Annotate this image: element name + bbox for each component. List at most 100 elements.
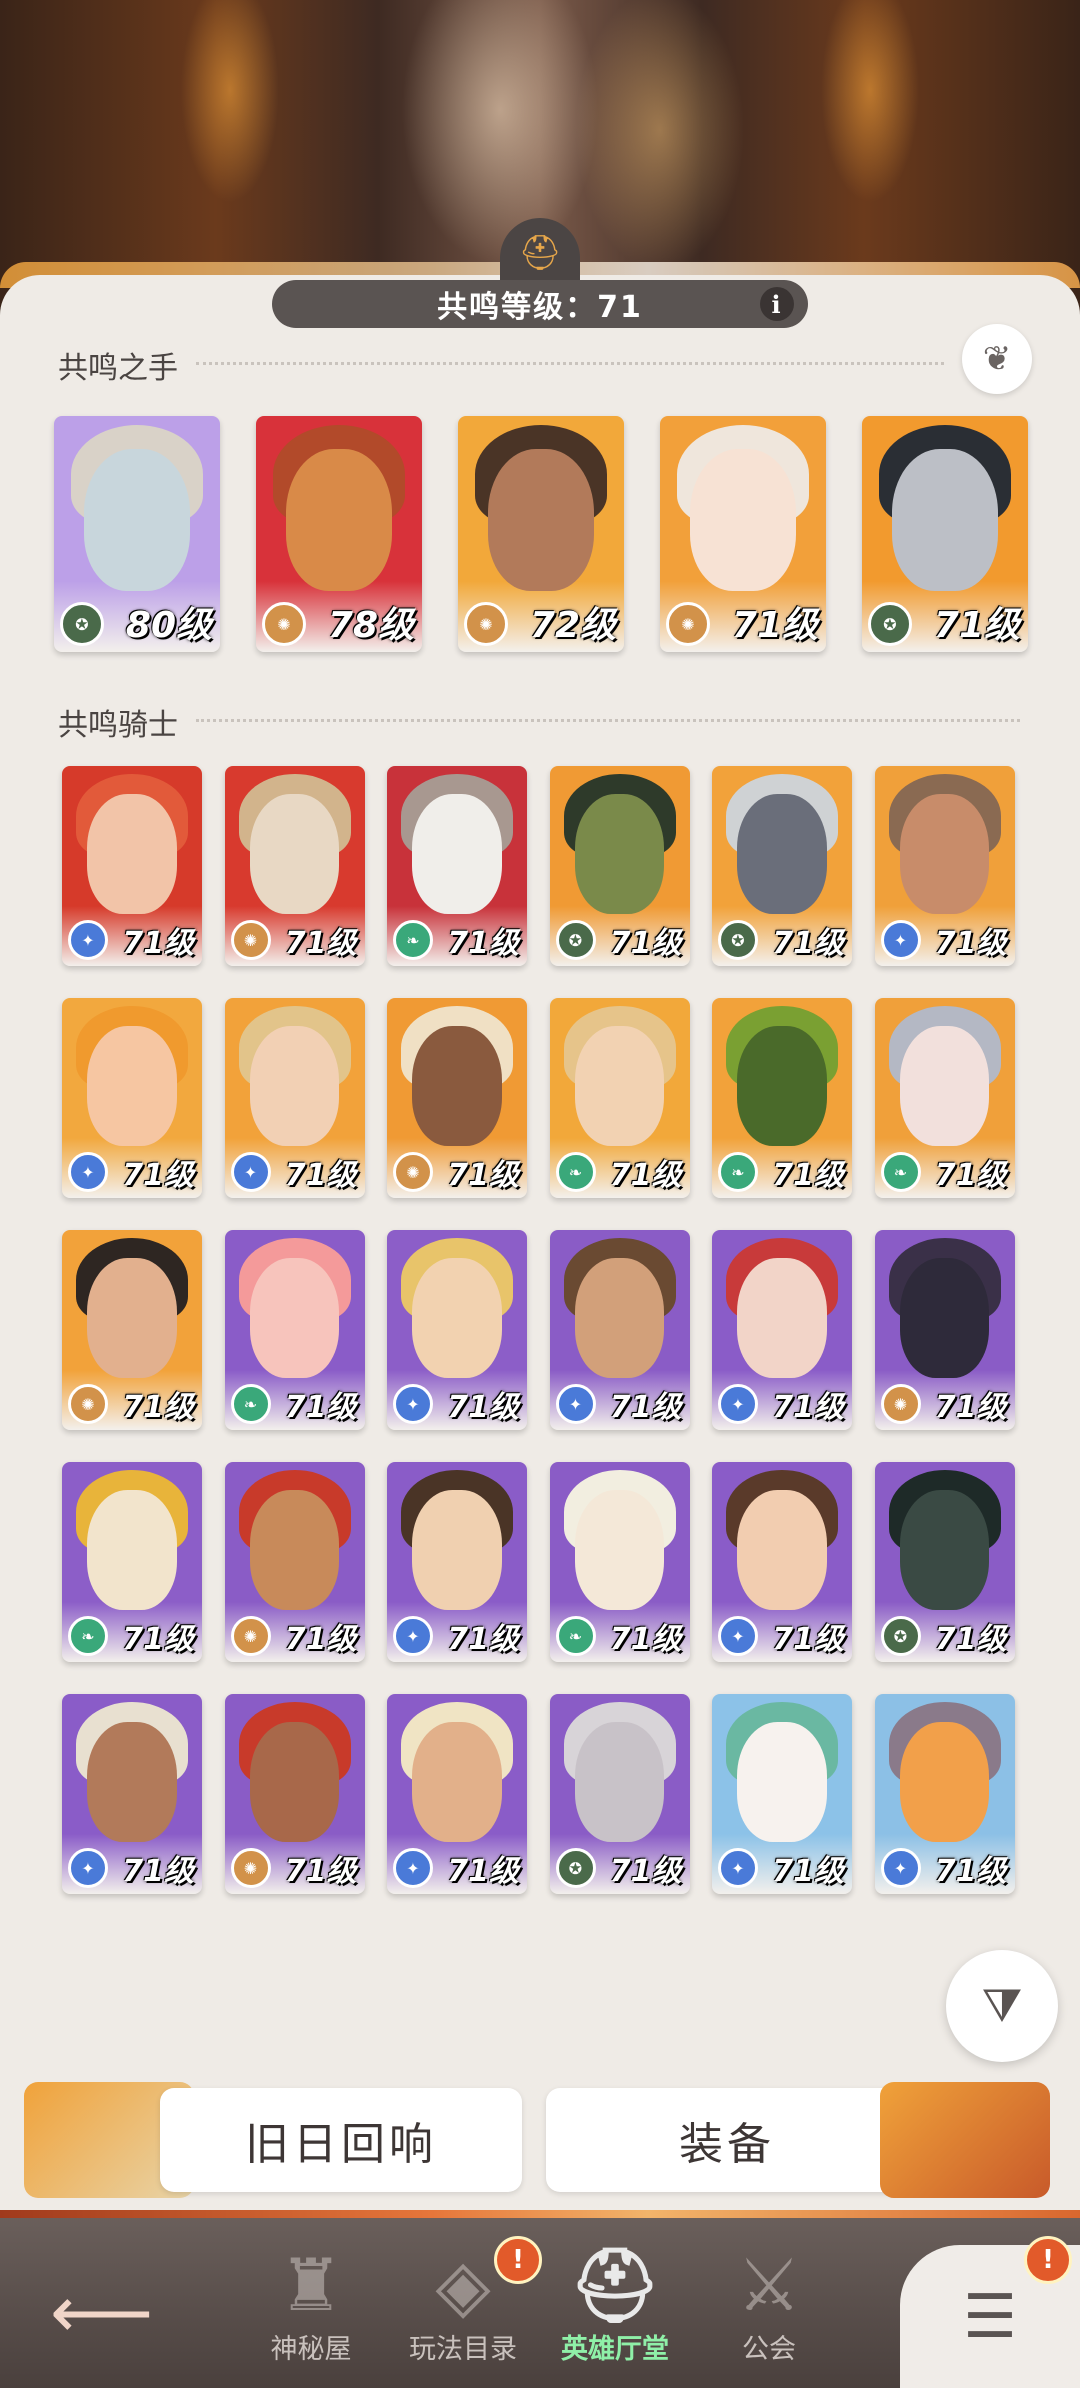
nav-label: 玩法目录 (409, 2334, 517, 2365)
leaf-faction-icon: ❧ (68, 1616, 108, 1656)
hero-card[interactable]: ❧ 71级 (62, 1462, 202, 1662)
hero-portrait (249, 1026, 340, 1146)
star-faction-icon: ✦ (393, 1616, 433, 1656)
castle-icon: ♜ (278, 2243, 344, 2327)
hero-level: 71级 (447, 1158, 519, 1193)
hero-portrait (249, 794, 340, 914)
hero-level: 71级 (122, 1854, 194, 1889)
hero-card[interactable]: ✦ 71级 (874, 766, 1015, 966)
hero-portrait (899, 1026, 990, 1146)
star-ring-faction-icon: ✪ (555, 920, 596, 960)
info-icon[interactable]: i (760, 287, 794, 321)
hero-level: 71级 (609, 926, 682, 961)
hero-card[interactable]: ✪ 71级 (549, 1694, 690, 1894)
hero-card[interactable]: ✦ 71级 (387, 1462, 527, 1662)
hero-card[interactable]: ✪ 80级 (54, 416, 220, 652)
hero-level: 71级 (934, 1390, 1007, 1425)
hero-card[interactable]: ✺ 71级 (874, 1230, 1015, 1430)
star-faction-icon: ✦ (718, 1384, 758, 1424)
hero-portrait (574, 1258, 665, 1378)
hero-card[interactable]: ✦ 71级 (549, 1230, 690, 1430)
hero-card[interactable]: ✺ 71级 (387, 998, 527, 1198)
hero-card[interactable]: ✦ 71级 (224, 998, 365, 1198)
shield-sword-icon (880, 2082, 1050, 2198)
hero-card[interactable]: ✦ 71级 (62, 1694, 202, 1894)
hero-card[interactable]: ❧ 71级 (224, 1230, 365, 1430)
hero-card[interactable]: ✪ 71级 (862, 416, 1028, 652)
filter-icon[interactable]: ⧩ (946, 1950, 1058, 2062)
hero-card[interactable]: ❧ 71级 (549, 998, 690, 1198)
hero-portrait (737, 1490, 827, 1610)
hero-card[interactable]: ✺ 72级 (458, 416, 624, 652)
hero-card[interactable]: ✦ 71级 (387, 1694, 527, 1894)
hero-portrait (689, 449, 797, 591)
hero-portrait (737, 1026, 827, 1146)
hero-portrait (737, 794, 827, 914)
hero-card[interactable]: ✺ 71级 (224, 1462, 365, 1662)
hero-portrait (249, 1490, 340, 1610)
hero-card[interactable]: ✺ 71级 (224, 1694, 365, 1894)
hero-card[interactable]: ✪ 71级 (549, 766, 690, 966)
hero-card[interactable]: ✦ 71级 (387, 1230, 527, 1430)
hero-level: 71级 (609, 1158, 682, 1193)
hero-portrait (574, 1026, 665, 1146)
section-title-resonance-hands: 共鸣之手 (58, 351, 178, 386)
hero-level: 71级 (447, 1390, 519, 1425)
flame-faction-icon: ✺ (230, 920, 271, 960)
hero-portrait (574, 1722, 665, 1842)
hero-portrait (87, 794, 177, 914)
hero-card[interactable]: ❧ 71级 (549, 1462, 690, 1662)
hero-card[interactable]: ✦ 71级 (874, 1694, 1015, 1894)
nav-item-hero-hall[interactable]: ⛑ 英雄厅堂 (540, 2230, 690, 2380)
echo-button[interactable]: 旧日回响 (160, 2088, 522, 2192)
nav-item-mystery-house[interactable]: ♜ 神秘屋 (236, 2230, 386, 2380)
section-divider (196, 719, 1020, 722)
hero-card[interactable]: ❧ 71级 (387, 766, 527, 966)
hero-level: 71级 (284, 1158, 357, 1193)
hero-card[interactable]: ❧ 71级 (712, 998, 852, 1198)
star-ring-faction-icon: ✪ (555, 1848, 596, 1888)
leaf-faction-icon: ❧ (555, 1152, 596, 1192)
hero-portrait (899, 1490, 990, 1610)
helmet-icon: ⛑ (569, 2243, 661, 2327)
hero-level: 71级 (772, 1390, 844, 1425)
equipment-button[interactable]: 装备 (546, 2088, 908, 2192)
hero-card[interactable]: ✺ 78级 (256, 416, 422, 652)
hero-portrait (412, 794, 502, 914)
leaf-faction-icon: ❧ (718, 1152, 758, 1192)
hero-level: 71级 (284, 1622, 357, 1657)
hero-level: 78级 (327, 605, 414, 646)
hero-card[interactable]: ✺ 71级 (62, 1230, 202, 1430)
hero-card[interactable]: ✦ 71级 (62, 998, 202, 1198)
hero-level: 72级 (529, 605, 616, 646)
hero-card[interactable]: ✪ 71级 (874, 1462, 1015, 1662)
hero-level: 71级 (284, 926, 357, 961)
star-faction-icon: ✦ (393, 1848, 433, 1888)
hero-portrait (249, 1722, 340, 1842)
hero-card[interactable]: ✺ 71级 (660, 416, 826, 652)
back-arrow-icon[interactable]: ⟵ (50, 2270, 153, 2354)
hero-level: 71级 (933, 605, 1020, 646)
hero-portrait (87, 1258, 177, 1378)
hero-portrait (83, 449, 191, 591)
hero-level: 71级 (934, 926, 1007, 961)
hero-level: 71级 (284, 1390, 357, 1425)
nav-item-guild[interactable]: ⚔ 公会 (694, 2230, 844, 2380)
hero-card[interactable]: ✪ 71级 (712, 766, 852, 966)
leaf-faction-icon: ❧ (555, 1616, 596, 1656)
nav-label: 神秘屋 (270, 2334, 352, 2365)
hero-level: 71级 (284, 1854, 357, 1889)
hero-card[interactable]: ✦ 71级 (712, 1694, 852, 1894)
hero-portrait (87, 1722, 177, 1842)
hero-card[interactable]: ✺ 71级 (224, 766, 365, 966)
hero-card[interactable]: ✦ 71级 (712, 1462, 852, 1662)
hero-portrait (737, 1258, 827, 1378)
star-faction-icon: ✦ (718, 1616, 758, 1656)
hero-portrait (412, 1722, 502, 1842)
leaf-icon[interactable]: ❦ (962, 324, 1032, 394)
hero-card[interactable]: ❧ 71级 (874, 998, 1015, 1198)
hero-portrait (87, 1490, 177, 1610)
hero-card[interactable]: ✦ 71级 (62, 766, 202, 966)
leaf-faction-icon: ❧ (230, 1384, 271, 1424)
hero-card[interactable]: ✦ 71级 (712, 1230, 852, 1430)
